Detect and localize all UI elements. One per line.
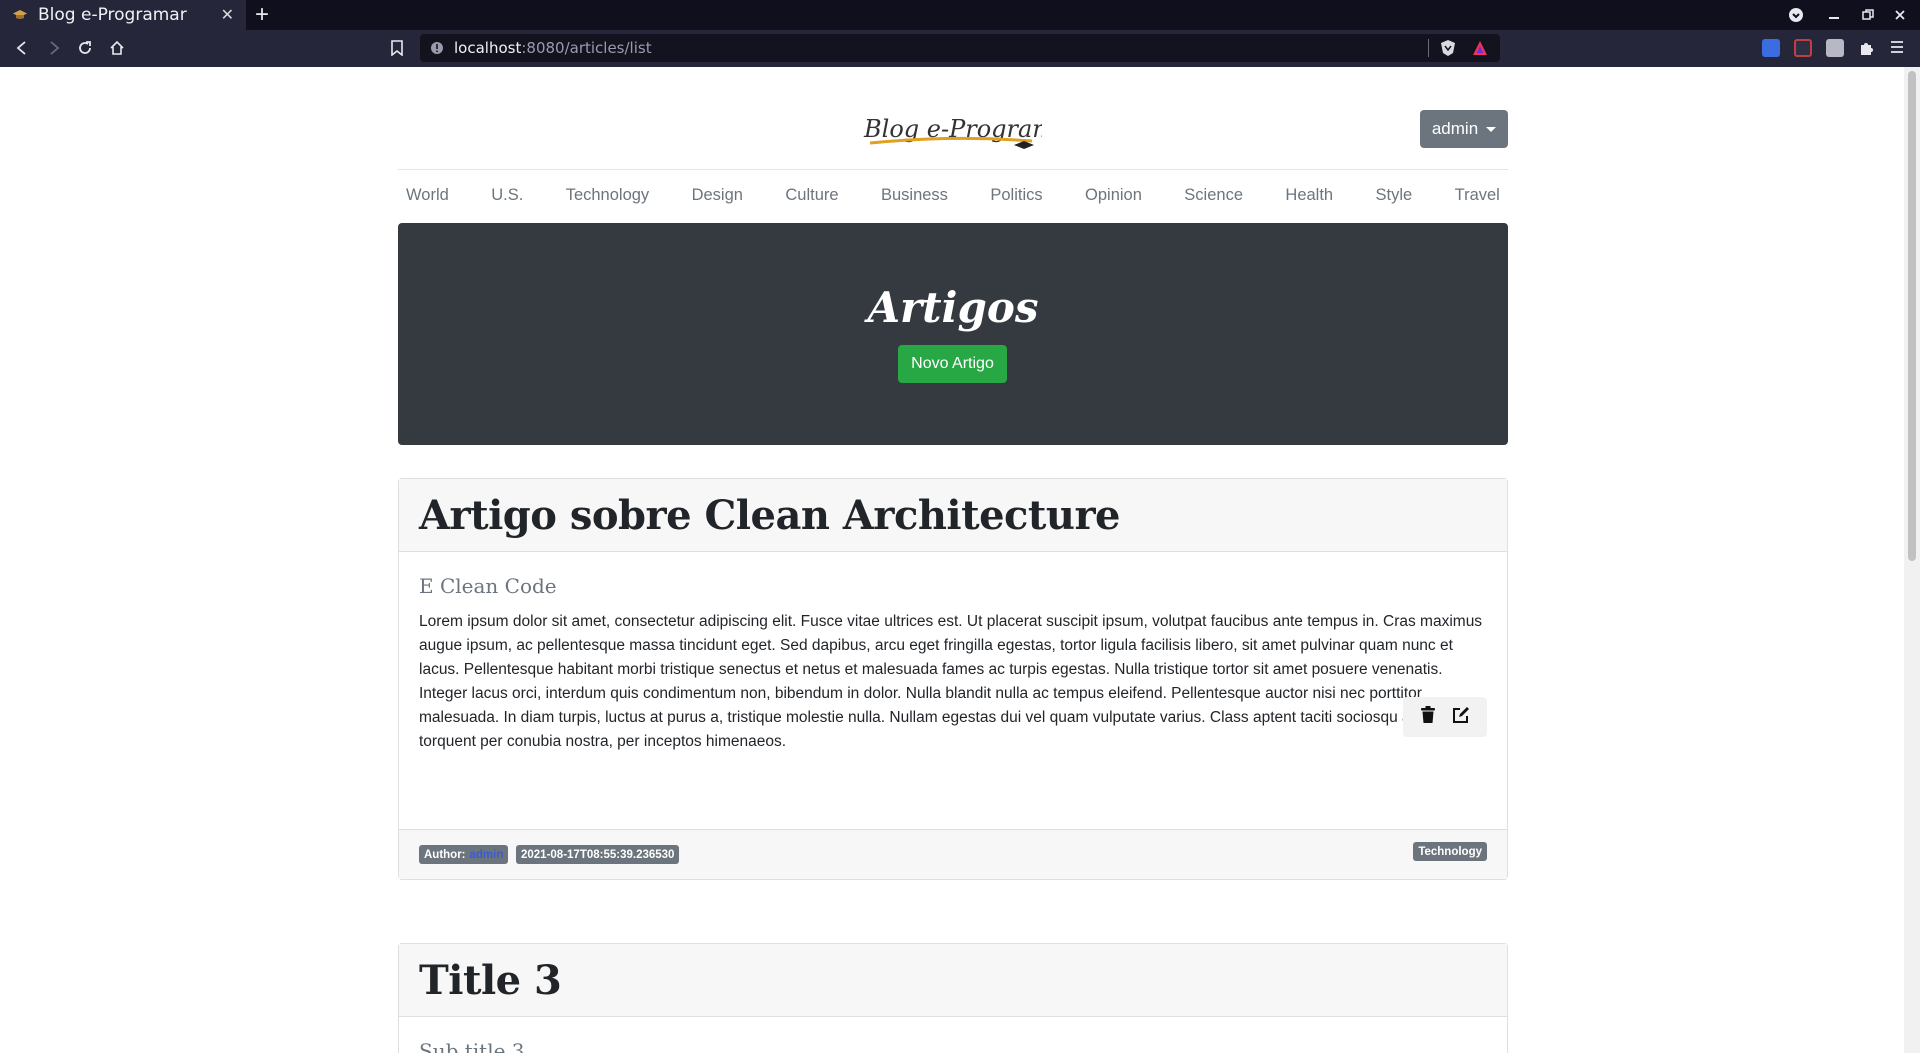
nav-link-business[interactable]: Business — [881, 186, 948, 205]
close-tab-icon[interactable]: ✕ — [221, 5, 234, 25]
translate-extension-icon[interactable] — [1762, 39, 1780, 57]
close-window-icon[interactable] — [1894, 0, 1906, 30]
url-divider — [1428, 39, 1429, 57]
article-card: Title 3 Sub title 3 — [398, 943, 1508, 1053]
author-badge: Author: admin — [419, 845, 509, 864]
edit-article-button[interactable] — [1452, 706, 1470, 729]
forward-icon[interactable] — [43, 37, 65, 59]
minimize-icon[interactable] — [1828, 0, 1840, 30]
nav-link-science[interactable]: Science — [1184, 186, 1243, 205]
graduation-cap-icon — [12, 9, 28, 21]
author-badge-label: Author: — [424, 848, 466, 861]
nav-link-culture[interactable]: Culture — [785, 186, 838, 205]
article-actions — [1403, 697, 1487, 737]
browser-tab[interactable]: Blog e-Programar ✕ — [0, 0, 246, 30]
bookmark-icon[interactable] — [386, 37, 408, 59]
site-logo-image: Blog e-Programar — [863, 115, 1082, 149]
nav-link-technology[interactable]: Technology — [566, 186, 649, 205]
tab-title: Blog e-Programar — [38, 5, 187, 25]
page-title: Artigos — [867, 283, 1039, 332]
caret-down-icon — [1486, 126, 1497, 132]
brave-rewards-icon[interactable] — [1472, 40, 1488, 61]
category-nav: World U.S. Technology Design Culture Bus… — [398, 169, 1508, 221]
browser-toolbar: localhost:8080/articles/list — [0, 30, 1920, 67]
browser-tab-strip: Blog e-Programar ✕ + — [0, 0, 1920, 30]
restore-icon[interactable] — [1862, 0, 1874, 30]
nav-link-health[interactable]: Health — [1285, 186, 1333, 205]
article-title[interactable]: Artigo sobre Clean Architecture — [419, 492, 1120, 539]
back-icon[interactable] — [11, 37, 33, 59]
tracker-extension-icon[interactable] — [1794, 39, 1812, 57]
reload-icon[interactable] — [74, 37, 96, 59]
article-text: Lorem ipsum dolor sit amet, consectetur … — [419, 613, 1483, 750]
hero-banner: Artigos Novo Artigo — [398, 223, 1508, 445]
tab-search-icon[interactable] — [1788, 0, 1804, 30]
extension-icon[interactable] — [1826, 39, 1844, 57]
article-header: Artigo sobre Clean Architecture — [399, 479, 1507, 552]
url-path: :8080/articles/list — [521, 39, 652, 57]
home-icon[interactable] — [106, 37, 128, 59]
nav-link-us[interactable]: U.S. — [491, 186, 523, 205]
url-text[interactable]: localhost:8080/articles/list — [454, 39, 652, 57]
edit-icon — [1453, 706, 1470, 723]
url-host: localhost — [454, 39, 522, 57]
brave-shield-icon[interactable] — [1440, 39, 1456, 62]
user-menu-label: admin — [1431, 119, 1479, 138]
trash-icon — [1420, 705, 1435, 723]
article-header: Title 3 — [399, 944, 1507, 1017]
nav-link-style[interactable]: Style — [1376, 186, 1413, 205]
site-info-icon[interactable] — [430, 41, 444, 60]
scrollbar-thumb[interactable] — [1908, 71, 1916, 561]
page-scrollbar[interactable] — [1904, 67, 1920, 1053]
nav-link-politics[interactable]: Politics — [990, 186, 1042, 205]
category-badge[interactable]: Technology — [1413, 842, 1487, 861]
article-title[interactable]: Title 3 — [419, 957, 562, 1004]
new-article-button[interactable]: Novo Artigo — [898, 345, 1007, 383]
article-body: E Clean Code Lorem ipsum dolor sit amet,… — [399, 552, 1507, 754]
article-subtitle: E Clean Code — [419, 574, 557, 598]
delete-article-button[interactable] — [1420, 705, 1436, 729]
article-subtitle: Sub title 3 — [419, 1039, 525, 1053]
article-card: Artigo sobre Clean Architecture E Clean … — [398, 478, 1508, 880]
nav-link-design[interactable]: Design — [692, 186, 743, 205]
page-viewport: Blog e-Programar admin World U.S. Techno… — [0, 67, 1904, 1053]
nav-link-travel[interactable]: Travel — [1455, 186, 1500, 205]
article-footer: Author: admin 2021-08-17T08:55:39.236530 … — [399, 829, 1507, 879]
site-logo[interactable]: Blog e-Programar — [862, 107, 1082, 157]
address-bar[interactable]: localhost:8080/articles/list — [420, 34, 1500, 62]
puzzle-icon[interactable] — [1858, 39, 1876, 62]
menu-icon[interactable] — [1890, 40, 1904, 59]
nav-link-world[interactable]: World — [406, 186, 449, 205]
date-badge: 2021-08-17T08:55:39.236530 — [516, 845, 680, 864]
user-menu-button[interactable]: admin — [1420, 110, 1508, 148]
article-body: Sub title 3 — [399, 1017, 1507, 1053]
author-link[interactable]: admin — [470, 849, 504, 861]
new-tab-button[interactable]: + — [255, 1, 269, 29]
nav-link-opinion[interactable]: Opinion — [1085, 186, 1142, 205]
